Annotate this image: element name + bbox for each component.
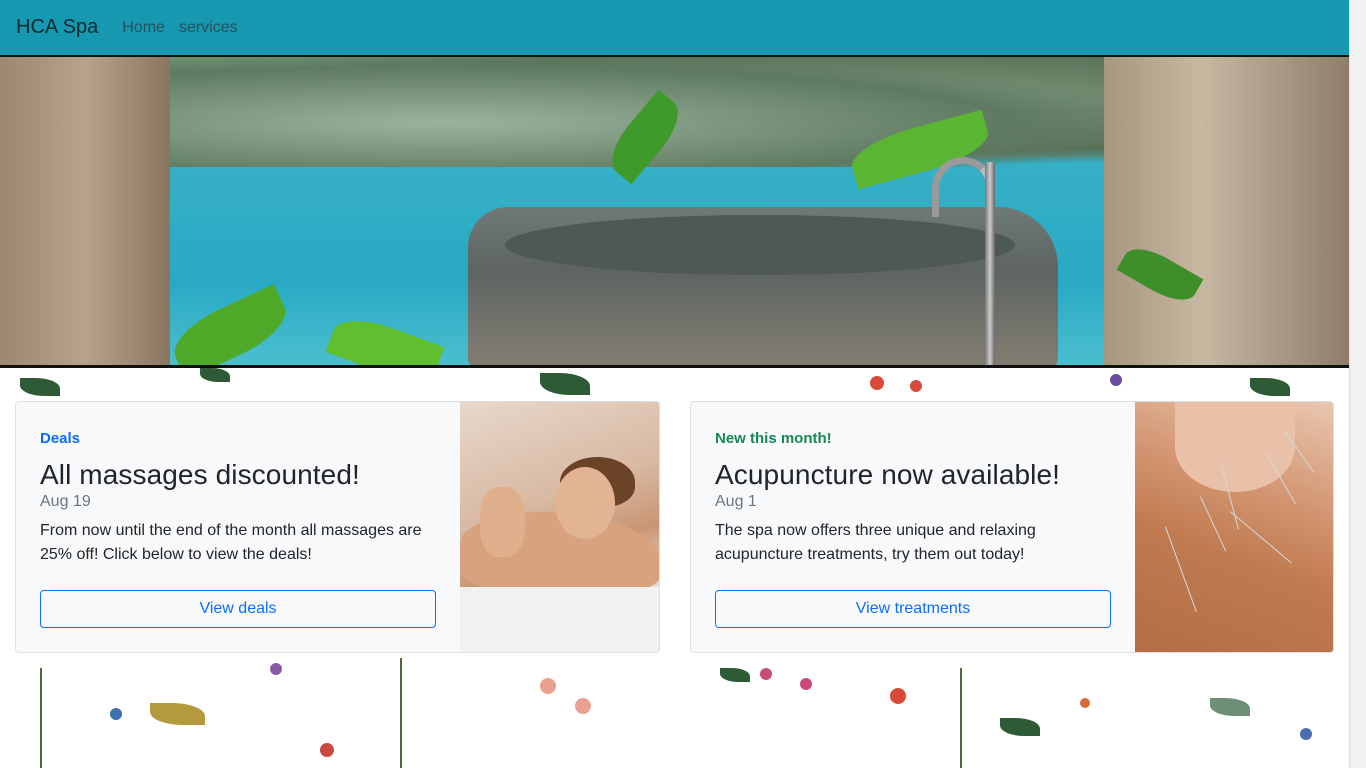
card-title: All massages discounted! bbox=[40, 459, 360, 490]
acupuncture-card-body: New this month! Acupuncture now availabl… bbox=[691, 402, 1135, 652]
page-scrollbar[interactable] bbox=[1349, 0, 1366, 768]
card-title: Acupuncture now available! bbox=[715, 459, 1061, 490]
nav-link-services[interactable]: services bbox=[179, 19, 238, 37]
brand-link[interactable]: HCA Spa bbox=[16, 16, 98, 39]
card-text: The spa now offers three unique and rela… bbox=[715, 522, 1036, 563]
view-treatments-button[interactable]: View treatments bbox=[715, 590, 1111, 628]
card-tag: Deals bbox=[40, 430, 81, 447]
card-tag: New this month! bbox=[715, 430, 832, 447]
card-date: Aug 1 bbox=[715, 493, 757, 510]
deals-card: Deals All massages discounted! Aug 19 Fr… bbox=[15, 401, 660, 653]
card-text: From now until the end of the month all … bbox=[40, 522, 422, 563]
acupuncture-card: New this month! Acupuncture now availabl… bbox=[690, 401, 1334, 653]
view-deals-button[interactable]: View deals bbox=[40, 590, 436, 628]
massage-image bbox=[460, 402, 659, 652]
deals-card-body: Deals All massages discounted! Aug 19 Fr… bbox=[16, 402, 460, 652]
acupuncture-image bbox=[1135, 402, 1333, 652]
nav-link-home[interactable]: Home bbox=[122, 19, 165, 37]
top-navbar: HCA Spa Home services bbox=[0, 0, 1349, 57]
card-date: Aug 19 bbox=[40, 493, 91, 510]
hero-banner-image bbox=[0, 57, 1349, 368]
